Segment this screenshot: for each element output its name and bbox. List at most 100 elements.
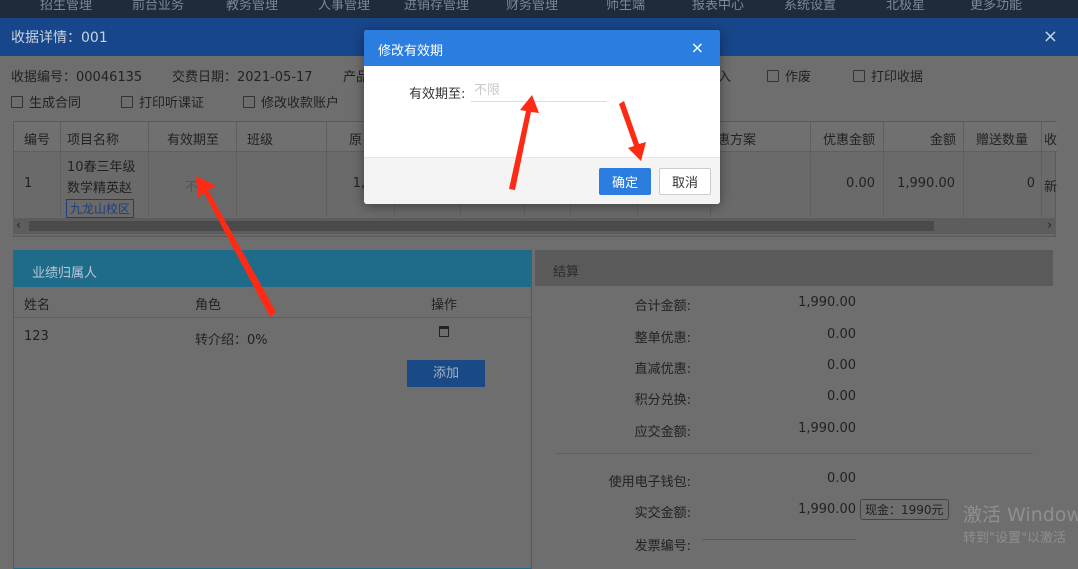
printer-icon: [853, 70, 865, 82]
nav-item[interactable]: 前台业务: [132, 0, 184, 13]
project-name-line1: 10春三年级: [67, 160, 136, 175]
cancel-button[interactable]: 取消: [659, 168, 711, 195]
dialog-title: 修改有效期: [378, 44, 444, 59]
print-receipt-label: 打印收据: [871, 70, 924, 85]
gift-qty-value: 0: [1026, 176, 1035, 191]
summary-row: 直减优惠: 0.00: [535, 358, 1053, 378]
activation-watermark: 激活 Windows: [963, 504, 1078, 526]
void-icon: [767, 70, 779, 82]
summary-value: 0.00: [827, 358, 856, 373]
scroll-thumb[interactable]: [29, 221, 934, 231]
void-label: 作废: [785, 70, 812, 85]
person-name: 123: [24, 329, 49, 344]
summary-value: 0.00: [827, 327, 856, 342]
scroll-left-icon[interactable]: ‹: [16, 218, 21, 232]
summary-label: 合计金额:: [634, 299, 691, 314]
performance-panel: 业绩归属人 姓名 角色 操作 123 转介绍：0% 添加: [13, 250, 532, 569]
campus-tag: 九龙山校区: [66, 199, 135, 218]
generate-contract-button[interactable]: 生成合同: [11, 92, 81, 111]
divider: [555, 453, 1033, 454]
activation-watermark-sub: 转到"设置"以激活: [963, 531, 1066, 546]
close-icon[interactable]: ×: [691, 38, 704, 57]
modify-validity-dialog: 修改有效期 × 有效期至: 确定 取消: [364, 30, 720, 204]
validity-field-label: 有效期至:: [409, 87, 466, 102]
print-vouchers-button[interactable]: 打印听课证: [121, 92, 204, 111]
performance-header: 姓名 角色 操作: [14, 287, 531, 318]
discount-value: 0.00: [846, 176, 875, 191]
print-vouchers-label: 打印听课证: [139, 96, 205, 111]
scroll-right-icon[interactable]: ›: [1047, 218, 1052, 232]
performance-title: 业绩归属人: [32, 266, 98, 281]
column-header: 原: [349, 133, 363, 148]
invoice-input[interactable]: [702, 539, 856, 540]
validity-value[interactable]: 不: [185, 176, 198, 195]
settlement-title: 结算: [553, 265, 580, 280]
nav-item[interactable]: 教务管理: [226, 0, 278, 13]
top-nav: 招生管理 前台业务 教务管理 人事管理 进销存管理 财务管理 师生端 报表中心 …: [0, 0, 1078, 18]
column-header: 编号: [24, 133, 51, 148]
column-header: 收: [1044, 133, 1058, 148]
modify-account-label: 修改收款账户: [261, 96, 340, 111]
modify-account-button[interactable]: 修改收款账户: [243, 92, 339, 111]
column-header: 优惠金额: [823, 133, 876, 148]
close-icon[interactable]: ×: [1043, 26, 1058, 47]
summary-value: 1,990.00: [798, 421, 856, 436]
nav-item[interactable]: 招生管理: [40, 0, 92, 13]
actual-label: 实交金额:: [634, 506, 691, 521]
summary-row: 合计金额: 1,990.00: [535, 295, 1053, 315]
column-header: 赠送数量: [976, 133, 1029, 148]
cash-badge: 现金：1990元: [860, 499, 949, 520]
nav-item[interactable]: 财务管理: [506, 0, 558, 13]
void-button[interactable]: 作废: [767, 66, 811, 85]
column-header: 项目名称: [67, 133, 120, 148]
row-action[interactable]: 新: [1044, 176, 1057, 195]
summary-row: 积分兑换: 0.00: [535, 389, 1053, 409]
nav-item[interactable]: 进销存管理: [404, 0, 469, 13]
column-header: 姓名: [24, 298, 51, 313]
trade-date: 交费日期：2021-05-17: [172, 70, 313, 85]
horizontal-scrollbar[interactable]: ‹ ›: [13, 218, 1056, 234]
printer-icon: [121, 96, 133, 108]
nav-item[interactable]: 北极星: [886, 0, 925, 13]
trash-icon[interactable]: [439, 326, 449, 337]
summary-label: 应交金额:: [634, 425, 691, 440]
column-header: 角色: [195, 298, 222, 313]
project-name-line2: 数学精英赵: [67, 181, 133, 196]
actual-value: 1,990.00: [798, 502, 856, 517]
summary-row: 整单优惠: 0.00: [535, 327, 1053, 347]
summary-row: 应交金额: 1,990.00: [535, 421, 1053, 441]
column-header: 班级: [247, 133, 274, 148]
wallet-label: 使用电子钱包:: [608, 475, 691, 490]
summary-label: 整单优惠:: [634, 331, 691, 346]
dialog-header: 修改有效期 ×: [364, 30, 720, 66]
column-header: 操作: [431, 298, 458, 313]
person-role: 转介绍：0%: [195, 333, 268, 348]
generate-contract-label: 生成合同: [29, 96, 82, 111]
print-receipt-button[interactable]: 打印收据: [853, 66, 923, 85]
summary-label: 直减优惠:: [634, 362, 691, 377]
column-header: 金额: [930, 133, 957, 148]
add-button[interactable]: 添加: [407, 360, 485, 387]
yen-icon: [243, 96, 255, 108]
summary-value: 1,990.00: [798, 295, 856, 310]
invoice-label: 发票编号:: [634, 539, 691, 554]
wallet-row: 使用电子钱包: 0.00: [535, 471, 1053, 491]
nav-item[interactable]: 报表中心: [692, 0, 744, 13]
confirm-button[interactable]: 确定: [599, 168, 651, 195]
nav-item[interactable]: 系统设置: [784, 0, 836, 13]
dialog-footer: 确定 取消: [364, 157, 720, 204]
nav-item[interactable]: 师生端: [606, 0, 645, 13]
nav-item[interactable]: 人事管理: [318, 0, 370, 13]
row-number: 1: [24, 176, 33, 191]
summary-label: 积分兑换:: [634, 393, 691, 408]
validity-date-input[interactable]: [471, 80, 607, 102]
calendar-icon: [11, 96, 23, 108]
column-header: 有效期至: [167, 133, 220, 148]
column-header: 惠方案: [717, 133, 757, 148]
amount-value: 1,990.00: [897, 176, 955, 191]
nav-item[interactable]: 更多功能: [970, 0, 1022, 13]
receipt-number: 收据编号：00046135: [11, 70, 143, 85]
table-row: 123 转介绍：0%: [14, 319, 531, 355]
wallet-value: 0.00: [827, 471, 856, 486]
window-title: 收据详情：001: [11, 30, 108, 46]
